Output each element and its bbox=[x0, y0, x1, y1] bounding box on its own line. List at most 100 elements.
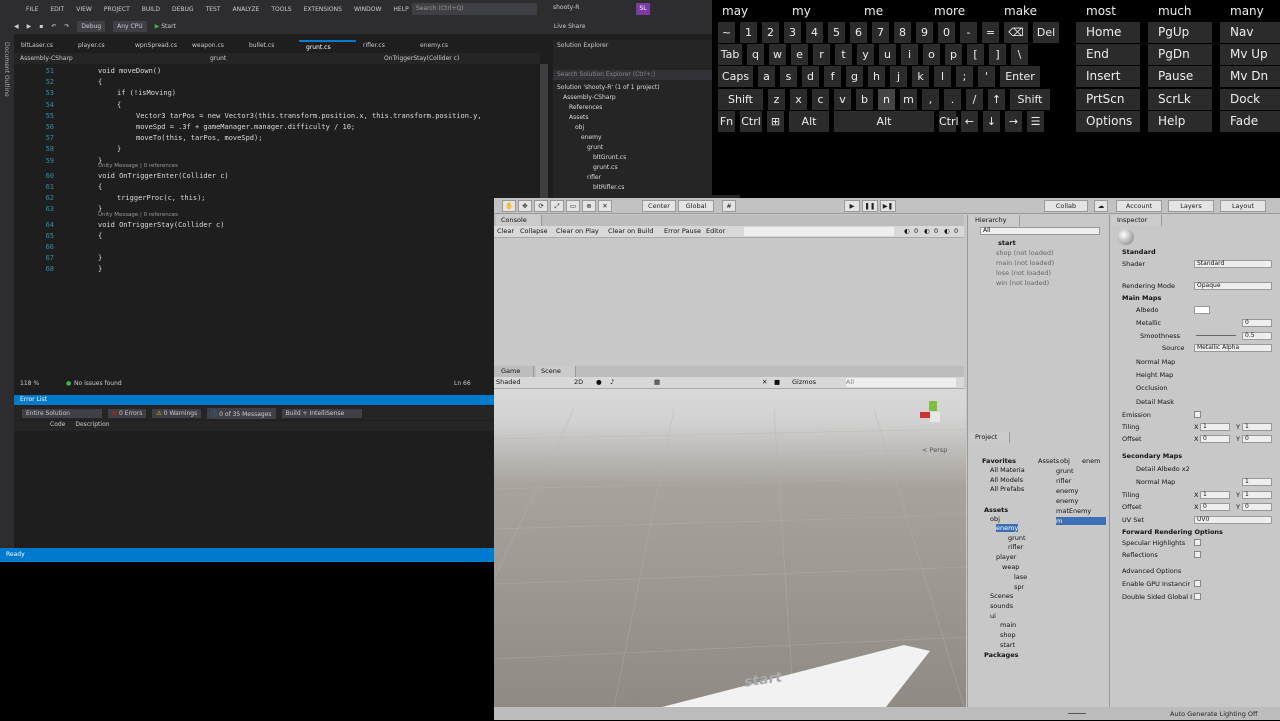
effects-icon[interactable]: ▦ bbox=[654, 378, 660, 386]
camera-icon[interactable]: ■ bbox=[774, 378, 780, 386]
key-Tab[interactable]: Tab bbox=[718, 44, 742, 65]
checkbox[interactable] bbox=[1194, 593, 1201, 600]
key-fade[interactable]: Fade bbox=[1220, 111, 1280, 132]
nav-project[interactable]: Assembly-CSharp bbox=[20, 55, 73, 62]
tab-inspector[interactable]: Inspector bbox=[1112, 215, 1162, 226]
console-error-icon[interactable]: ◐ bbox=[944, 227, 950, 235]
hierarchy-search-input[interactable]: All bbox=[980, 227, 1100, 235]
col-code[interactable]: Code bbox=[50, 421, 65, 431]
key-⌫[interactable]: ⌫ bbox=[1004, 22, 1028, 43]
undo-icon[interactable]: ↶ bbox=[51, 23, 56, 30]
key-m[interactable]: m bbox=[900, 89, 917, 110]
key-1[interactable]: 1 bbox=[740, 22, 757, 43]
key-[[interactable]: [ bbox=[967, 44, 984, 65]
code-line[interactable]: triggerProc(c, this); bbox=[117, 194, 206, 202]
key-Alt[interactable]: Alt bbox=[789, 111, 829, 132]
key-r[interactable]: r bbox=[813, 44, 830, 65]
pivot-center-button[interactable]: Center bbox=[642, 200, 676, 212]
console-editor-button[interactable]: Editor bbox=[706, 227, 725, 235]
checkbox[interactable] bbox=[1194, 551, 1201, 558]
key-6[interactable]: 6 bbox=[850, 22, 867, 43]
breadcrumb[interactable]: enem bbox=[1082, 457, 1100, 465]
nav-member[interactable]: OnTriggerStay(Collider c) bbox=[384, 55, 459, 62]
offset-y-field[interactable]: 0 bbox=[1242, 503, 1272, 511]
solution-tree-item[interactable]: Assets bbox=[569, 114, 589, 121]
project-file[interactable]: enemy bbox=[1056, 487, 1078, 495]
console-clear-button[interactable]: Clear bbox=[497, 227, 514, 235]
hand-tool-icon[interactable]: ✋ bbox=[502, 200, 516, 212]
project-tree-item[interactable]: lase bbox=[1014, 573, 1027, 581]
key-↑[interactable]: ↑ bbox=[988, 89, 1005, 110]
code-line[interactable]: { bbox=[98, 232, 102, 240]
key-z[interactable]: z bbox=[768, 89, 785, 110]
solution-tree-item[interactable]: Assembly-CSharp bbox=[563, 94, 616, 101]
checkbox[interactable] bbox=[1194, 411, 1201, 418]
tab-bltLaser[interactable]: bltLaser.cs bbox=[14, 40, 71, 52]
tab-grunt[interactable]: grunt.cs bbox=[299, 40, 356, 52]
code-hint[interactable]: Unity Message | 0 references bbox=[98, 212, 178, 218]
prediction-may[interactable]: may bbox=[722, 4, 748, 18]
key-t[interactable]: t bbox=[835, 44, 852, 65]
key-v[interactable]: v bbox=[834, 89, 851, 110]
key-l[interactable]: l bbox=[934, 66, 951, 87]
redo-icon[interactable]: ↷ bbox=[64, 23, 69, 30]
favorites-item[interactable]: All Models bbox=[990, 476, 1023, 484]
key-mv-up[interactable]: Mv Up bbox=[1220, 44, 1280, 65]
normal-scale-field[interactable]: 1 bbox=[1242, 478, 1272, 486]
console-info-icon[interactable]: ◐ bbox=[904, 227, 910, 235]
project-tree-item[interactable]: Packages bbox=[984, 651, 1018, 659]
key-Del[interactable]: Del bbox=[1033, 22, 1059, 43]
prediction-make[interactable]: make bbox=[1004, 4, 1037, 18]
live-share-button[interactable]: Live Share bbox=[554, 23, 585, 30]
project-file[interactable]: rifler bbox=[1056, 477, 1071, 485]
tab-scene[interactable]: Scene bbox=[536, 366, 576, 377]
key-help[interactable]: Help bbox=[1148, 111, 1212, 132]
inspector-shader-select[interactable]: Standard bbox=[1194, 260, 1272, 268]
warnings-filter[interactable]: ⚠ 0 Warnings bbox=[152, 408, 202, 418]
layers-button[interactable]: Layers bbox=[1168, 200, 1214, 212]
nav-class[interactable]: grunt bbox=[210, 55, 226, 62]
code-line[interactable]: { bbox=[117, 101, 121, 109]
key-←[interactable]: ← bbox=[961, 111, 978, 132]
key-home[interactable]: Home bbox=[1076, 22, 1140, 43]
menu-item-project[interactable]: PROJECT bbox=[104, 6, 130, 13]
menu-item-analyze[interactable]: ANALYZE bbox=[233, 6, 260, 13]
key-a[interactable]: a bbox=[758, 66, 775, 87]
snap-icon[interactable]: # bbox=[722, 200, 736, 212]
scene-view[interactable]: start < Persp bbox=[494, 389, 966, 707]
vs-search-input[interactable]: Search (Ctrl+Q) bbox=[412, 3, 537, 15]
key-j[interactable]: j bbox=[890, 66, 907, 87]
console-clear-on-build-button[interactable]: Clear on Build bbox=[608, 227, 654, 235]
key-scrlk[interactable]: ScrLk bbox=[1148, 89, 1212, 110]
code-line[interactable]: } bbox=[98, 265, 102, 273]
checkbox[interactable] bbox=[1194, 539, 1201, 546]
key-\[interactable]: \ bbox=[1011, 44, 1028, 65]
mode-2d-button[interactable]: 2D bbox=[574, 378, 583, 386]
project-tree-item[interactable]: sounds bbox=[990, 602, 1013, 610]
cloud-icon[interactable]: ☁ bbox=[1094, 200, 1108, 212]
solution-tree-item[interactable]: rifler bbox=[587, 174, 601, 181]
prediction-my[interactable]: my bbox=[792, 4, 811, 18]
code-line[interactable]: void OnTriggerEnter(Collider c) bbox=[98, 172, 229, 180]
key-Shift[interactable]: Shift bbox=[1010, 89, 1050, 110]
solution-tree-item[interactable]: grunt.cs bbox=[593, 164, 618, 171]
console-warn-icon[interactable]: ◐ bbox=[924, 227, 930, 235]
console-search-input[interactable] bbox=[744, 227, 894, 236]
transform-tool-icon[interactable]: ⊕ bbox=[582, 200, 596, 212]
pause-button-icon[interactable]: ❚❚ bbox=[862, 200, 878, 212]
tab-weapon[interactable]: weapon.cs bbox=[185, 40, 242, 52]
code-line[interactable]: moveTo(this, tarPos, moveSpd); bbox=[136, 134, 262, 142]
save-icon[interactable]: ▪ bbox=[39, 23, 43, 30]
key-d[interactable]: d bbox=[802, 66, 819, 87]
menu-item-help[interactable]: HELP bbox=[393, 6, 408, 13]
solution-tree-item[interactable]: obj bbox=[575, 124, 584, 131]
start-plane[interactable] bbox=[662, 645, 930, 707]
code-line[interactable]: Vector3 tarPos = new Vector3(this.transf… bbox=[136, 112, 482, 120]
source-select[interactable]: Metallic Alpha bbox=[1194, 344, 1272, 352]
project-tree-item[interactable]: player bbox=[996, 553, 1016, 561]
key-~[interactable]: ~ bbox=[718, 22, 735, 43]
key-Shift[interactable]: Shift bbox=[718, 89, 763, 110]
key-c[interactable]: c bbox=[812, 89, 829, 110]
key-prtscn[interactable]: PrtScn bbox=[1076, 89, 1140, 110]
back-icon[interactable]: ◀ bbox=[14, 23, 19, 30]
